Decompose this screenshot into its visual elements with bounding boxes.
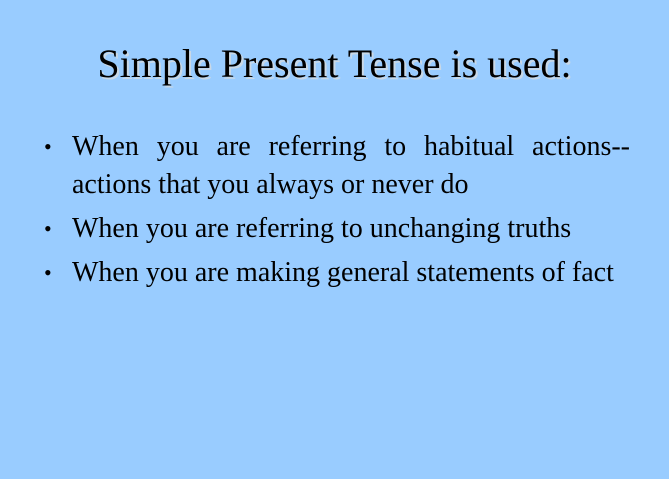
bullet-text: When you are referring to unchanging tru… xyxy=(72,213,572,244)
slide: Simple Present Tense is used: • When you… xyxy=(0,0,669,479)
bullet-item: • When you are referring to unchanging t… xyxy=(40,210,630,248)
bullet-dot-icon: • xyxy=(44,134,52,159)
bullet-text: When you are referring to habitual actio… xyxy=(72,131,630,200)
bullet-dot-icon: • xyxy=(44,216,52,241)
bullet-item: • When you are making general statements… xyxy=(40,254,630,292)
bullet-list: • When you are referring to habitual act… xyxy=(40,128,630,298)
bullet-dot-icon: • xyxy=(44,260,52,285)
slide-title: Simple Present Tense is used: xyxy=(97,41,572,86)
bullet-text: When you are making general statements o… xyxy=(72,257,614,288)
bullet-item: • When you are referring to habitual act… xyxy=(40,128,630,204)
